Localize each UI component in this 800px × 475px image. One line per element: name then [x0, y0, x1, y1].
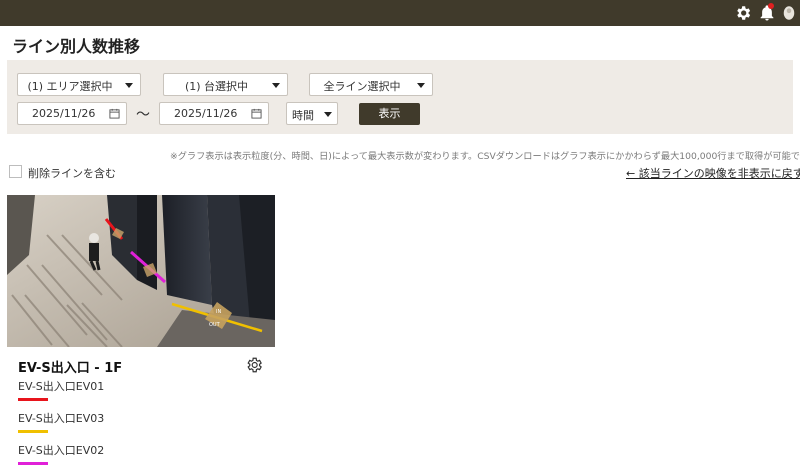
device-select[interactable]: (1) 台選択中	[163, 73, 288, 96]
notification-badge	[768, 3, 774, 9]
date-from-value: 2025/11/26	[32, 107, 96, 120]
hide-line-video-link[interactable]: ← 該当ラインの映像を非表示に戻す	[626, 165, 800, 181]
include-deleted-label[interactable]: 削除ラインを含む	[28, 165, 116, 181]
show-button[interactable]: 表示	[359, 103, 420, 125]
top-bar	[0, 0, 800, 26]
include-deleted-checkbox[interactable]	[9, 165, 22, 178]
line-color-bar	[18, 398, 48, 401]
granularity-value: 時間	[292, 109, 314, 122]
device-select-value: (1) 台選択中	[184, 80, 249, 93]
date-range-separator: 〜	[136, 107, 150, 123]
line-item-label: EV-S出入口EV02	[18, 444, 105, 457]
line-select[interactable]: 全ライン選択中	[309, 73, 433, 96]
camera-name: EV-S出入口 - 1F	[18, 361, 123, 376]
date-from-field[interactable]: 2025/11/26	[17, 102, 127, 125]
chevron-down-icon	[324, 112, 332, 117]
line-color-bar	[18, 462, 48, 465]
date-to-value: 2025/11/26	[174, 107, 238, 120]
line-select-value: 全ライン選択中	[323, 80, 401, 93]
gear-icon[interactable]	[245, 356, 263, 374]
camera-image: IN OUT	[7, 195, 275, 347]
user-icon[interactable]	[780, 4, 798, 22]
chevron-down-icon	[272, 83, 280, 88]
calendar-icon[interactable]	[109, 108, 120, 119]
area-select[interactable]: (1) エリア選択中	[17, 73, 141, 96]
gear-icon[interactable]	[734, 4, 752, 22]
line-out-label: OUT	[209, 322, 221, 328]
chevron-down-icon	[417, 83, 425, 88]
date-to-field[interactable]: 2025/11/26	[159, 102, 269, 125]
calendar-icon[interactable]	[251, 108, 262, 119]
line-color-bar	[18, 430, 48, 433]
line-in-label: IN	[216, 309, 221, 315]
area-select-value: (1) エリア選択中	[27, 80, 113, 93]
chevron-down-icon	[125, 83, 133, 88]
camera-video-thumbnail[interactable]: IN OUT	[7, 195, 275, 347]
line-item-label: EV-S出入口EV03	[18, 412, 105, 425]
line-item-label: EV-S出入口EV01	[18, 380, 105, 393]
graph-notice: ※グラフ表示は表示粒度(分、時間、日)によって最大表示数が変わります。CSVダウ…	[170, 151, 800, 162]
page-title: ライン別人数推移	[12, 37, 141, 56]
granularity-select[interactable]: 時間	[286, 102, 338, 125]
